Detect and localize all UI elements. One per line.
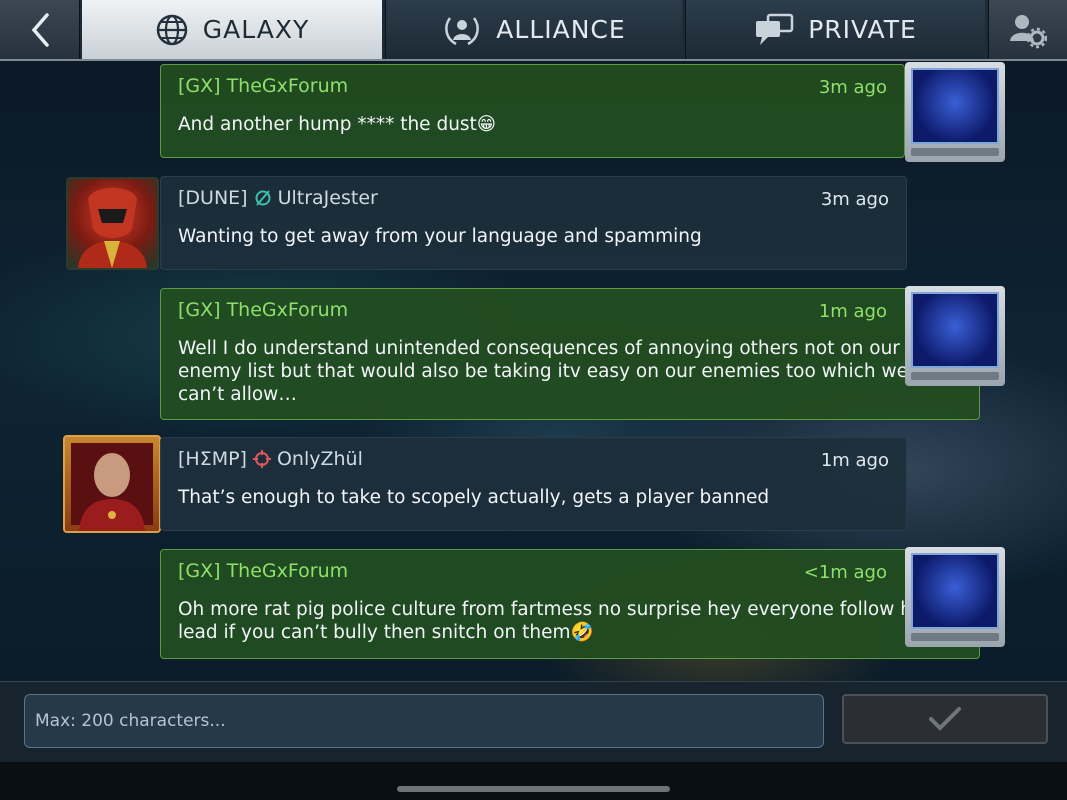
message-composer: [0, 681, 1067, 762]
message-sender: [HΣMP] OnlyZhül: [178, 448, 363, 470]
tab-alliance-label: ALLIANCE: [496, 15, 626, 44]
chat-message[interactable]: [GX] TheGxForum 3m ago And another hump …: [160, 64, 905, 158]
chat-settings-button[interactable]: [988, 0, 1067, 59]
empty-set-icon: [255, 190, 271, 206]
bottom-safe-area: [0, 762, 1067, 800]
chat-message[interactable]: [HΣMP] OnlyZhül 1m ago That’s enough to …: [160, 437, 907, 531]
alliance-tag: [DUNE]: [178, 187, 248, 209]
message-timestamp: 3m ago: [820, 189, 889, 210]
player-name[interactable]: UltraJester: [278, 187, 378, 209]
chat-message[interactable]: [DUNE] UltraJester 3m ago Wanting to get…: [160, 176, 907, 270]
tab-private-label: PRIVATE: [808, 15, 917, 44]
message-sender: [GX] TheGxForum: [178, 560, 348, 582]
message-sender: [GX] TheGxForum: [178, 75, 348, 97]
alliance-tag: [GX]: [178, 75, 221, 97]
player-avatar[interactable]: [66, 177, 159, 270]
checkmark-icon: [929, 707, 961, 731]
message-text: Wanting to get away from your language a…: [178, 226, 702, 247]
chevron-left-icon: [31, 12, 49, 47]
globe-icon: [156, 14, 187, 45]
tab-alliance[interactable]: ALLIANCE: [385, 0, 682, 59]
tab-galaxy-label: GALAXY: [202, 15, 310, 44]
user-settings-icon: [1010, 14, 1047, 48]
message-timestamp: 3m ago: [818, 77, 887, 98]
tab-galaxy[interactable]: GALAXY: [82, 0, 382, 59]
message-text: That’s enough to take to scopely actuall…: [178, 487, 770, 508]
back-button[interactable]: [0, 0, 80, 59]
player-name[interactable]: TheGxForum: [227, 75, 349, 97]
avatar-level-bar: [911, 372, 999, 380]
starship-avatar[interactable]: [905, 286, 1005, 386]
message-timestamp: 1m ago: [820, 450, 889, 471]
message-input[interactable]: [24, 694, 824, 748]
message-text: Well I do understand unintended conseque…: [178, 338, 908, 405]
alliance-tag: [HΣMP]: [178, 448, 247, 470]
player-name[interactable]: TheGxForum: [227, 299, 349, 321]
bald-officer-portrait-icon: [71, 443, 153, 531]
chat-bubbles-icon: [756, 13, 794, 45]
starship-emblem-icon: [911, 292, 999, 368]
home-indicator[interactable]: [397, 786, 670, 792]
crosshair-icon: [252, 450, 271, 468]
starship-emblem-icon: [911, 553, 999, 629]
starship-avatar[interactable]: [905, 62, 1005, 162]
chat-top-bar: GALAXY ALLIANCE PRIVATE: [0, 0, 1067, 61]
tab-private[interactable]: PRIVATE: [685, 0, 985, 59]
alliance-laurel-icon: [445, 16, 480, 45]
message-sender: [DUNE] UltraJester: [178, 187, 378, 209]
starship-emblem-icon: [911, 68, 999, 144]
alliance-tag: [GX]: [178, 299, 221, 321]
player-avatar[interactable]: [63, 435, 161, 533]
chat-message[interactable]: [GX] TheGxForum <1m ago Oh more rat pig …: [160, 549, 980, 659]
message-timestamp: 1m ago: [818, 301, 887, 322]
player-name[interactable]: OnlyZhül: [277, 448, 363, 470]
starship-avatar[interactable]: [905, 547, 1005, 647]
send-button[interactable]: [842, 694, 1048, 744]
avatar-level-bar: [911, 633, 999, 641]
chat-message[interactable]: [GX] TheGxForum 1m ago Well I do underst…: [160, 288, 980, 420]
message-text: And another hump **** the dust😁: [178, 114, 497, 135]
alliance-tag: [GX]: [178, 560, 221, 582]
player-name[interactable]: TheGxForum: [227, 560, 349, 582]
message-text: Oh more rat pig police culture from fart…: [178, 599, 927, 643]
avatar-level-bar: [911, 148, 999, 156]
message-timestamp: <1m ago: [803, 562, 887, 583]
message-sender: [GX] TheGxForum: [178, 299, 348, 321]
armored-hero-portrait-icon: [78, 187, 147, 268]
